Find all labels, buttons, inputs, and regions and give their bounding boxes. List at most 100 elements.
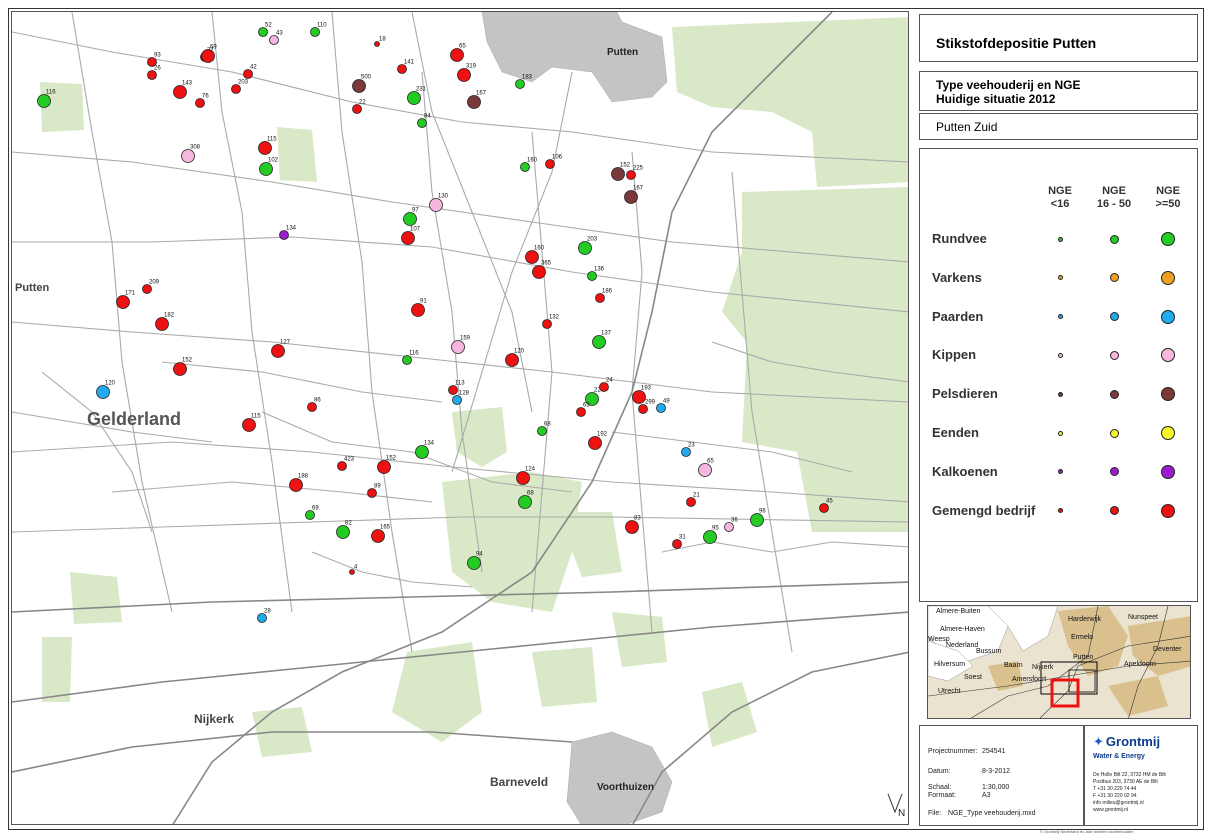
- company-contact-line: T +31 30 220 74 44: [1093, 786, 1137, 792]
- project-value: 254541: [982, 748, 1006, 755]
- farm-marker[interactable]: [403, 212, 417, 226]
- farm-marker[interactable]: [537, 426, 547, 436]
- farm-marker-label: 116: [409, 351, 419, 357]
- farm-marker[interactable]: [269, 35, 279, 45]
- farm-marker[interactable]: [96, 385, 110, 399]
- farm-marker[interactable]: [257, 613, 267, 623]
- farm-marker[interactable]: [467, 556, 481, 570]
- farm-marker[interactable]: [750, 513, 764, 527]
- farm-marker[interactable]: [599, 382, 609, 392]
- farm-marker[interactable]: [258, 141, 272, 155]
- farm-marker-label: 188: [298, 474, 309, 480]
- farm-marker[interactable]: [698, 463, 712, 477]
- farm-marker[interactable]: [545, 159, 555, 169]
- company-contact-line: F +31 30 220 02 94: [1093, 793, 1137, 799]
- farm-marker[interactable]: [231, 84, 241, 94]
- inset-place-label: Bussum: [976, 648, 1002, 655]
- farm-marker[interactable]: [371, 529, 385, 543]
- farm-marker[interactable]: [587, 271, 597, 281]
- farm-marker[interactable]: [516, 471, 530, 485]
- farm-marker[interactable]: [672, 539, 682, 549]
- farm-marker[interactable]: [181, 149, 195, 163]
- farm-marker[interactable]: [173, 85, 187, 99]
- farm-marker[interactable]: [686, 497, 696, 507]
- farm-marker[interactable]: [397, 64, 407, 74]
- farm-marker[interactable]: [173, 362, 187, 376]
- farm-marker[interactable]: [724, 522, 734, 532]
- farm-marker[interactable]: [624, 190, 638, 204]
- farm-marker-label: 22: [359, 100, 366, 106]
- farm-marker-label: 42: [250, 65, 257, 71]
- farm-marker[interactable]: [310, 27, 320, 37]
- farm-marker[interactable]: [515, 79, 525, 89]
- farm-marker[interactable]: [411, 303, 425, 317]
- farm-marker[interactable]: [289, 478, 303, 492]
- farm-marker[interactable]: [243, 69, 253, 79]
- farm-marker[interactable]: [819, 503, 829, 513]
- farm-marker[interactable]: [451, 340, 465, 354]
- farm-marker[interactable]: [116, 295, 130, 309]
- farm-marker[interactable]: [703, 530, 717, 544]
- farm-marker[interactable]: [542, 319, 552, 329]
- farm-marker-label: 84: [424, 114, 431, 120]
- farm-marker[interactable]: [467, 95, 481, 109]
- farm-marker-label: 186: [602, 289, 613, 295]
- farm-marker[interactable]: [407, 91, 421, 105]
- farm-marker-label: 183: [522, 75, 533, 81]
- farm-marker[interactable]: [147, 70, 157, 80]
- farm-marker[interactable]: [195, 98, 205, 108]
- farm-marker-label: 82: [345, 521, 352, 527]
- farm-marker[interactable]: [656, 403, 666, 413]
- farm-marker[interactable]: [142, 284, 152, 294]
- farm-marker[interactable]: [611, 167, 625, 181]
- farm-marker[interactable]: [415, 445, 429, 459]
- inset-place-label: Almere-Buiten: [936, 608, 981, 615]
- farm-marker[interactable]: [625, 520, 639, 534]
- farm-marker[interactable]: [201, 49, 215, 63]
- farm-marker[interactable]: [429, 198, 443, 212]
- farm-marker[interactable]: [259, 162, 273, 176]
- farm-marker-label: 120: [514, 349, 525, 355]
- farm-marker[interactable]: [638, 404, 648, 414]
- farm-marker[interactable]: [578, 241, 592, 255]
- farm-marker[interactable]: [448, 385, 458, 395]
- farm-marker[interactable]: [595, 293, 605, 303]
- farm-marker[interactable]: [377, 460, 391, 474]
- farm-marker[interactable]: [450, 48, 464, 62]
- farm-marker[interactable]: [520, 162, 530, 172]
- farm-marker[interactable]: [452, 395, 462, 405]
- farm-marker[interactable]: [155, 317, 169, 331]
- legend-label-4: Pelsdieren: [932, 386, 998, 402]
- farm-marker[interactable]: [352, 104, 362, 114]
- farm-marker[interactable]: [37, 94, 51, 108]
- farm-marker[interactable]: [305, 510, 315, 520]
- farm-marker[interactable]: [258, 27, 268, 37]
- project-info-box: Projectnummer: 254541 Datum: 8-3-2012 Sc…: [919, 725, 1084, 826]
- farm-marker[interactable]: [417, 118, 427, 128]
- farm-marker[interactable]: [592, 335, 606, 349]
- farm-marker[interactable]: [307, 402, 317, 412]
- farm-marker[interactable]: [279, 230, 289, 240]
- farm-marker[interactable]: [505, 353, 519, 367]
- farm-marker[interactable]: [401, 231, 415, 245]
- farm-marker[interactable]: [632, 390, 646, 404]
- farm-marker[interactable]: [525, 250, 539, 264]
- farm-marker[interactable]: [336, 525, 350, 539]
- grontmij-logo-icon: ✦: [1093, 734, 1104, 749]
- farm-marker[interactable]: [337, 461, 347, 471]
- map-view[interactable]: 9326143762769422035243110181416531950023…: [11, 11, 909, 825]
- farm-marker[interactable]: [518, 495, 532, 509]
- farm-marker[interactable]: [626, 170, 636, 180]
- farm-marker[interactable]: [588, 436, 602, 450]
- farm-marker[interactable]: [457, 68, 471, 82]
- farm-marker[interactable]: [271, 344, 285, 358]
- farm-marker[interactable]: [352, 79, 366, 93]
- farm-marker-label: 36: [731, 518, 738, 524]
- farm-marker[interactable]: [681, 447, 691, 457]
- company-logo: ✦ Grontmij: [1093, 734, 1160, 750]
- farm-marker[interactable]: [242, 418, 256, 432]
- farm-marker[interactable]: [367, 488, 377, 498]
- farm-marker[interactable]: [532, 265, 546, 279]
- farm-marker[interactable]: [402, 355, 412, 365]
- farm-marker[interactable]: [576, 407, 586, 417]
